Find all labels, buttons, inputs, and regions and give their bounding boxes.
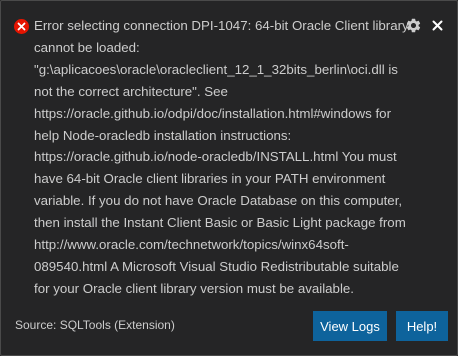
notification-toast: Error selecting connection DPI-1047: 64-… xyxy=(0,0,458,356)
message-line: then install the Instant Client Basic or… xyxy=(34,215,406,231)
view-logs-button[interactable]: View Logs xyxy=(313,311,387,341)
message-line: variable. If you do not have Oracle Data… xyxy=(34,193,403,209)
error-icon xyxy=(14,19,29,34)
notification-message: Error selecting connection DPI-1047: 64-… xyxy=(34,15,409,300)
close-icon[interactable] xyxy=(429,17,446,34)
message-line: cannot be loaded: xyxy=(34,39,140,55)
message-line: not the correct architecture". See xyxy=(34,83,228,99)
help-button[interactable]: Help! xyxy=(396,311,448,341)
message-line: https://oracle.github.io/odpi/doc/instal… xyxy=(34,105,391,121)
message-line: 089540.html A Microsoft Visual Studio Re… xyxy=(34,258,399,274)
message-line: for your Oracle client library version m… xyxy=(34,280,354,296)
notification-source: Source: SQLTools (Extension) xyxy=(15,318,175,332)
message-line: Error selecting connection DPI-1047: 64-… xyxy=(34,18,409,33)
gear-icon[interactable] xyxy=(405,17,422,34)
message-line: help Node-oracledb installation instruct… xyxy=(34,127,292,143)
message-line: https://oracle.github.io/node-oracledb/I… xyxy=(34,149,397,165)
message-line: http://www.oracle.com/technetwork/topics… xyxy=(34,237,349,253)
message-line: "g:\aplicacoes\oracle\oracleclient_12_1_… xyxy=(34,61,398,77)
message-line: have 64-bit Oracle client libraries in y… xyxy=(34,171,386,187)
